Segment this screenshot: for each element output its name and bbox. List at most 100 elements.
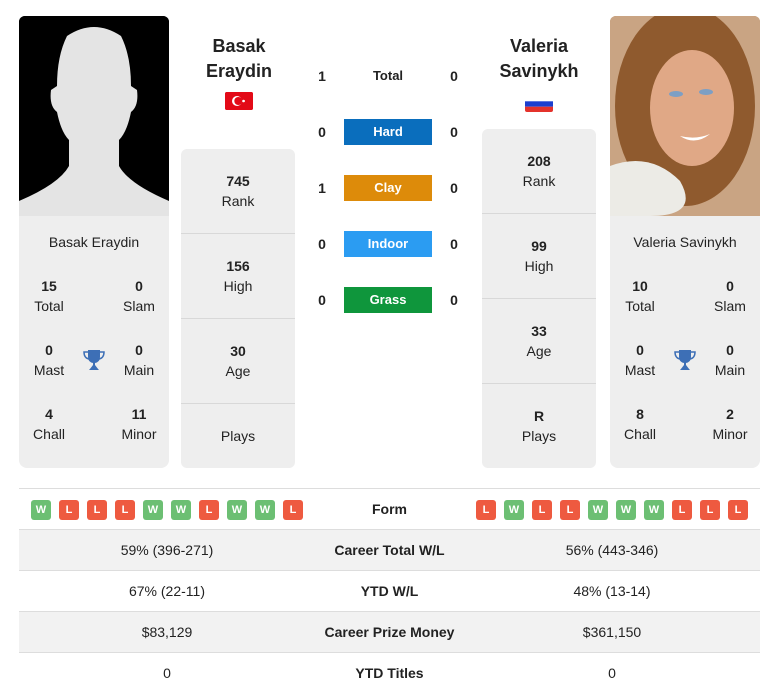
titles-chall-label: Chall <box>624 426 656 442</box>
titles-slam-label: Slam <box>714 298 746 314</box>
titles-mast-value: 0 <box>636 342 644 358</box>
surface-clay-button[interactable]: Clay <box>344 175 432 201</box>
surface-grass-button[interactable]: Grass <box>344 287 432 313</box>
form-loss-badge[interactable]: L <box>560 500 580 520</box>
player-left-last-name: Eraydin <box>205 61 273 81</box>
surface-hard-button[interactable]: Hard <box>344 119 432 145</box>
plays-label: Plays <box>521 428 557 444</box>
trophy-icon <box>674 350 696 370</box>
age-label: Age <box>526 343 552 359</box>
stat-right-value: 56% (443-346) <box>565 542 659 558</box>
form-win-badge[interactable]: W <box>588 500 608 520</box>
player-right-photo <box>610 16 760 216</box>
titles-minor: 2 Minor <box>700 404 760 444</box>
titles-slam: 0 Slam <box>109 276 169 316</box>
titles-main-value: 0 <box>135 342 143 358</box>
titles-mast-value: 0 <box>45 342 53 358</box>
titles-total-label: Total <box>625 298 655 314</box>
player-left-first-name: Basak <box>212 36 266 56</box>
h2h-right-count: 0 <box>450 124 458 140</box>
form-loss-badge[interactable]: L <box>115 500 135 520</box>
stat-row-career-total-wl: 59% (396-271) Career Total W/L 56% (443-… <box>19 530 760 571</box>
form-loss-badge[interactable]: L <box>672 500 692 520</box>
titles-total-value: 10 <box>632 278 648 294</box>
stat-right-value: 48% (13-14) <box>573 583 651 599</box>
player-right-card: Valeria Savinykh 10 Total 0 Slam 0 Mast … <box>610 216 760 468</box>
plays-cell: Plays <box>181 426 295 446</box>
player-right-first-name: Valeria <box>509 36 569 56</box>
form-loss-badge[interactable]: L <box>700 500 720 520</box>
divider <box>181 318 295 319</box>
age-cell: 33 Age <box>482 321 596 361</box>
form-win-badge[interactable]: W <box>143 500 163 520</box>
form-win-badge[interactable]: W <box>171 500 191 520</box>
titles-slam: 0 Slam <box>700 276 760 316</box>
player-left-card-name[interactable]: Basak Eraydin <box>19 234 169 250</box>
titles-mast: 0 Mast <box>610 340 670 380</box>
h2h-left-count: 0 <box>318 236 326 252</box>
trophy-icon <box>83 350 105 370</box>
surface-total-label: Total <box>372 68 404 83</box>
player-right-name[interactable]: Valeria Savinykh <box>474 34 604 84</box>
player-left-form: WLLLWWLWWL <box>31 500 303 520</box>
h2h-left-count: 0 <box>318 124 326 140</box>
titles-chall-value: 4 <box>45 406 53 422</box>
player-right-card-name[interactable]: Valeria Savinykh <box>610 234 760 250</box>
form-loss-badge[interactable]: L <box>199 500 219 520</box>
form-loss-badge[interactable]: L <box>476 500 496 520</box>
high-cell: 156 High <box>181 256 295 296</box>
form-win-badge[interactable]: W <box>644 500 664 520</box>
player-right-last-name: Savinykh <box>499 61 579 81</box>
player-left-card: Basak Eraydin 15 Total 0 Slam 0 Mast 0 M… <box>19 216 169 468</box>
rank-value: 208 <box>527 153 551 169</box>
plays-cell: R Plays <box>482 406 596 446</box>
form-loss-badge[interactable]: L <box>87 500 107 520</box>
h2h-left-count: 1 <box>318 68 326 84</box>
h2h-row-grass: 0 Grass 0 <box>310 287 470 313</box>
form-loss-badge[interactable]: L <box>59 500 79 520</box>
h2h-left-count: 1 <box>318 180 326 196</box>
rank-label: Rank <box>522 173 556 189</box>
form-loss-badge[interactable]: L <box>532 500 552 520</box>
form-win-badge[interactable]: W <box>616 500 636 520</box>
high-label: High <box>524 258 554 274</box>
titles-slam-value: 0 <box>726 278 734 294</box>
titles-minor-label: Minor <box>712 426 748 442</box>
turkey-flag-icon <box>225 92 253 110</box>
rank-value: 745 <box>226 173 250 189</box>
surface-indoor-button[interactable]: Indoor <box>344 231 432 257</box>
form-loss-badge[interactable]: L <box>728 500 748 520</box>
form-row: WLLLWWLWWL Form LWLLWWWLLL <box>19 489 760 530</box>
titles-minor-value: 11 <box>131 406 147 422</box>
h2h-right-count: 0 <box>450 292 458 308</box>
form-loss-badge[interactable]: L <box>283 500 303 520</box>
high-value: 156 <box>226 258 250 274</box>
h2h-left-count: 0 <box>318 292 326 308</box>
titles-minor-value: 2 <box>726 406 734 422</box>
stat-row-ytd-wl: 67% (22-11) YTD W/L 48% (13-14) <box>19 571 760 612</box>
titles-chall-value: 8 <box>636 406 644 422</box>
player-right-form: LWLLWWWLLL <box>476 500 748 520</box>
rank-cell: 208 Rank <box>482 151 596 191</box>
plays-value: R <box>533 408 545 424</box>
player-left-name[interactable]: Basak Eraydin <box>174 34 304 84</box>
form-win-badge[interactable]: W <box>504 500 524 520</box>
stat-label: Career Total W/L <box>334 542 445 558</box>
rank-cell: 745 Rank <box>181 171 295 211</box>
divider <box>482 213 596 214</box>
titles-minor: 11 Minor <box>109 404 169 444</box>
form-win-badge[interactable]: W <box>31 500 51 520</box>
h2h-right-count: 0 <box>450 180 458 196</box>
divider <box>181 403 295 404</box>
titles-main-label: Main <box>714 362 746 378</box>
player-right-rank-panel: 208 Rank 99 High 33 Age R Plays <box>482 129 596 468</box>
form-win-badge[interactable]: W <box>227 500 247 520</box>
russia-flag-icon <box>525 96 553 112</box>
player-portrait-icon <box>610 16 760 216</box>
h2h-row-hard: 0 Hard 0 <box>310 119 470 145</box>
form-win-badge[interactable]: W <box>255 500 275 520</box>
titles-slam-label: Slam <box>123 298 155 314</box>
high-cell: 99 High <box>482 236 596 276</box>
titles-mast-label: Mast <box>624 362 656 378</box>
divider <box>482 298 596 299</box>
